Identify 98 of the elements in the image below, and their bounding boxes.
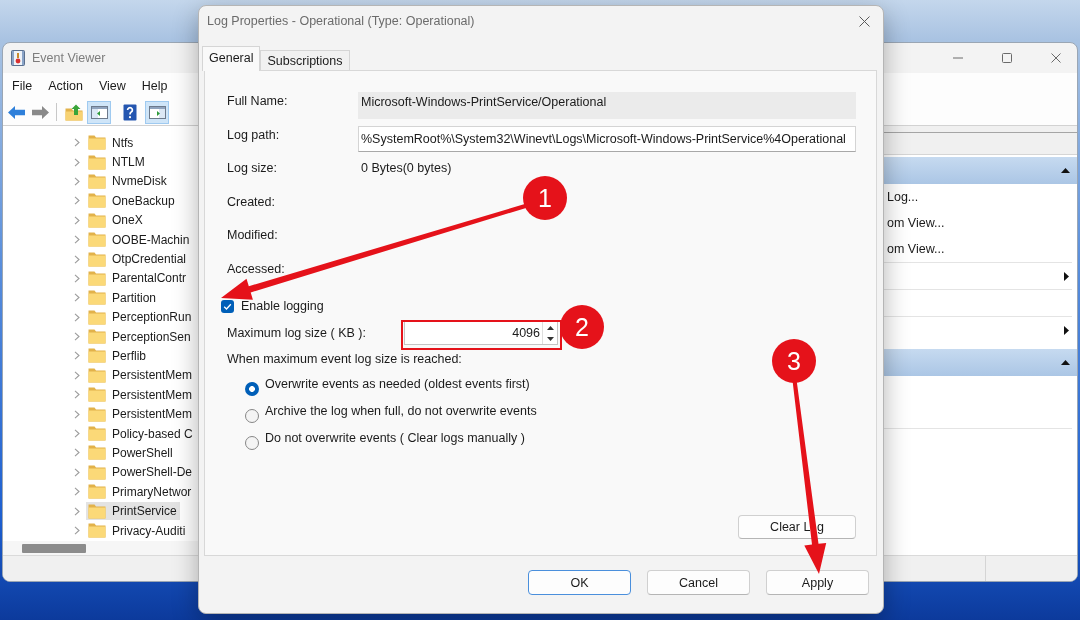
folder-icon: [88, 135, 106, 151]
tree-item[interactable]: Perflib: [86, 347, 149, 365]
collapse-arrow-icon[interactable]: [1061, 360, 1070, 365]
folder-icon: [88, 348, 106, 364]
folder-icon: [88, 329, 106, 345]
tree-item[interactable]: NTLM: [86, 153, 148, 172]
dialog-button[interactable]: Cancel: [647, 570, 750, 595]
folder-icon: [88, 270, 106, 286]
tree-item[interactable]: PowerShell: [86, 443, 176, 462]
menu-item[interactable]: View: [90, 76, 134, 96]
field-label: Log path:: [227, 126, 281, 144]
folder-icon: [88, 309, 106, 325]
dialog-button[interactable]: OK: [528, 570, 631, 595]
tree-item[interactable]: PrintService: [86, 502, 180, 521]
menu-item[interactable]: Action: [40, 76, 91, 96]
tree-item[interactable]: PerceptionSen: [86, 327, 194, 346]
tree-item[interactable]: OtpCredential: [86, 250, 190, 269]
scrollbar-thumb[interactable]: [22, 543, 86, 553]
submenu-arrow-icon[interactable]: [1064, 271, 1069, 281]
window-title: Event Viewer: [32, 51, 106, 65]
text-field[interactable]: %SystemRoot%\System32\Winevt\Logs\Microsoft-Windows-PrintService%4Operational: [358, 125, 856, 152]
folder-icon: [88, 484, 106, 500]
checkbox-label: Enable logging: [241, 298, 324, 315]
tree-item[interactable]: NvmeDisk: [86, 172, 170, 191]
section-label: When maximum event log size is reached:: [227, 351, 462, 368]
folder-icon: [88, 290, 106, 306]
field-label: Accessed:: [227, 260, 286, 278]
menu-item[interactable]: File: [4, 76, 41, 96]
folder-icon: [88, 464, 106, 480]
task-link[interactable]: Log...: [887, 190, 919, 204]
folder-icon: [88, 173, 106, 189]
field-label: Log size:: [227, 160, 279, 177]
folder-icon: [88, 232, 106, 248]
readonly-field: Microsoft-Windows-PrintService/Operational: [358, 92, 856, 119]
tab[interactable]: General: [202, 46, 261, 71]
folder-icon: [88, 212, 106, 228]
dialog-title: Log Properties - Operational (Type: Operational): [207, 14, 475, 28]
task-link[interactable]: om View...: [887, 242, 945, 256]
field-label: Modified:: [227, 227, 279, 244]
radio-button[interactable]: [245, 381, 259, 396]
tree-item[interactable]: OneX: [86, 211, 146, 230]
folder-icon: [88, 503, 106, 519]
folder-up-icon: [65, 103, 83, 121]
tree-item[interactable]: Partition: [86, 288, 160, 307]
field-value: 0 Bytes(0 bytes): [360, 160, 453, 177]
tree-item[interactable]: OOBE-Machin: [86, 230, 193, 249]
number-field[interactable]: 4096: [404, 321, 558, 345]
field-label: Full Name:: [227, 93, 289, 110]
tree-item[interactable]: PersistentMem: [86, 385, 196, 404]
spin-down-icon[interactable]: [546, 336, 554, 341]
field-label: Maximum log size ( KB ):: [227, 325, 367, 342]
radio-label: Do not overwrite events ( Clear logs manually ): [265, 430, 525, 447]
radio-button[interactable]: [245, 435, 259, 450]
dialog-button[interactable]: Apply: [766, 570, 869, 595]
folder-icon: [88, 367, 106, 383]
folder-icon: [88, 523, 106, 538]
panel-icon: [148, 105, 166, 119]
radio-label: Overwrite events as needed (oldest events first): [265, 376, 530, 393]
horizontal-scrollbar[interactable]: [3, 541, 198, 555]
field-label: Created:: [227, 193, 276, 211]
tree-item[interactable]: Privacy-Auditi: [86, 521, 189, 540]
tree-item[interactable]: PrimaryNetwor: [86, 482, 195, 501]
tree-item[interactable]: ParentalContr: [86, 269, 190, 288]
checkbox[interactable]: [221, 299, 234, 313]
tree-item[interactable]: Ntfs: [86, 133, 137, 152]
close-icon[interactable]: [1051, 53, 1061, 63]
tree-item[interactable]: PerceptionRun: [86, 308, 195, 327]
tree-item[interactable]: Policy-based C: [86, 424, 196, 443]
close-icon[interactable]: [859, 15, 870, 27]
tree-item[interactable]: PersistentMem: [86, 366, 196, 385]
forward-arrow-icon: [31, 105, 49, 119]
maximize-icon[interactable]: [1002, 53, 1012, 63]
collapse-arrow-icon[interactable]: [1061, 168, 1070, 173]
tree-item[interactable]: OneBackup: [86, 191, 178, 210]
help-icon: [123, 103, 137, 121]
radio-label: Archive the log when full, do not overwrite events: [265, 403, 537, 420]
clear-log-button[interactable]: Clear L g: [738, 515, 856, 539]
spin-up-icon[interactable]: [546, 325, 554, 330]
toolbar-button[interactable]: [145, 100, 169, 124]
task-link[interactable]: om View...: [887, 216, 945, 230]
submenu-arrow-icon[interactable]: [1064, 325, 1069, 335]
menu-item[interactable]: Help: [133, 76, 176, 96]
folder-icon: [88, 154, 106, 170]
folder-icon: [88, 406, 106, 422]
toolbar-button[interactable]: [87, 100, 111, 124]
chevron-icon[interactable]: [74, 526, 80, 535]
folder-icon: [88, 251, 106, 267]
folder-icon: [88, 426, 106, 442]
tree-item[interactable]: PersistentMem: [86, 405, 196, 424]
tab[interactable]: Subscriptions: [260, 50, 350, 70]
event-log-icon: [11, 50, 25, 66]
radio-button[interactable]: [245, 408, 259, 423]
folder-icon: [88, 445, 106, 461]
folder-icon: [88, 387, 106, 403]
panel-icon: [90, 105, 108, 119]
folder-icon: [88, 193, 106, 209]
back-arrow-icon: [7, 105, 25, 119]
tree-item[interactable]: PowerShell-De: [86, 463, 196, 482]
